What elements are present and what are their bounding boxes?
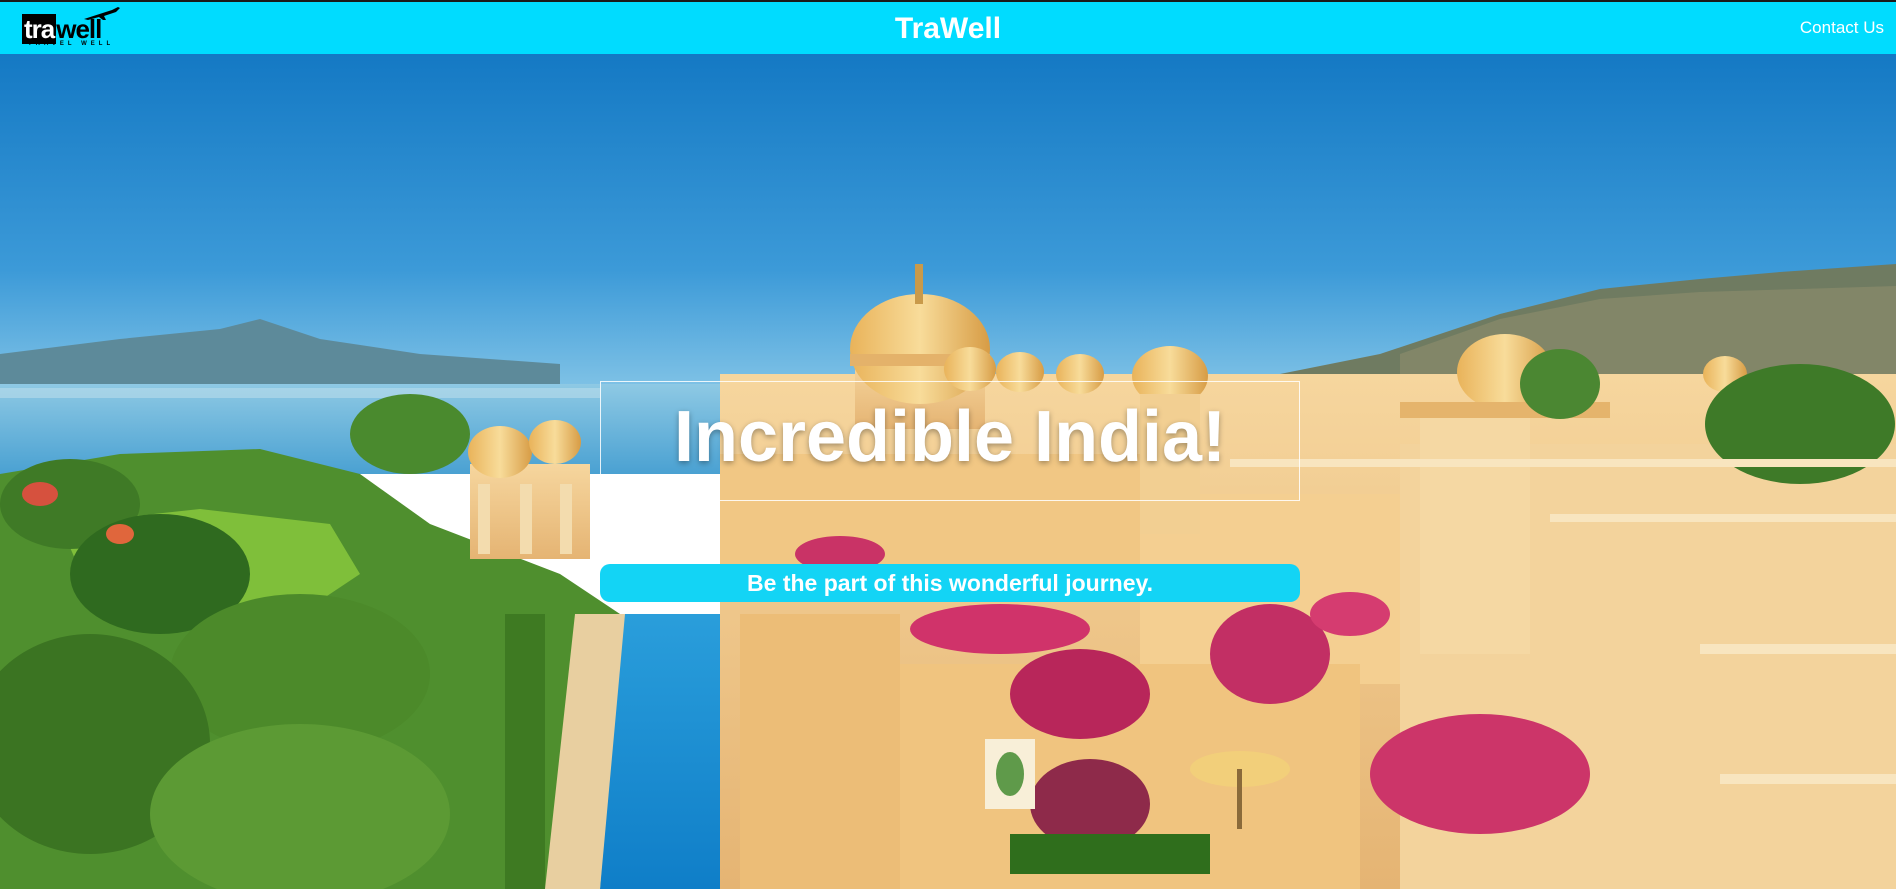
hero-banner: Incredible India! Be the part of this wo… [0,54,1896,889]
hero-tagline-banner: Be the part of this wonderful journey. [600,564,1300,602]
hero-headline: Incredible India! [673,397,1227,477]
brand-title: TraWell [894,12,1002,45]
contact-us-link[interactable]: Contact Us [1800,18,1884,38]
navbar: trawell TRAVEL WELL TraWell Contact Us [0,2,1896,54]
